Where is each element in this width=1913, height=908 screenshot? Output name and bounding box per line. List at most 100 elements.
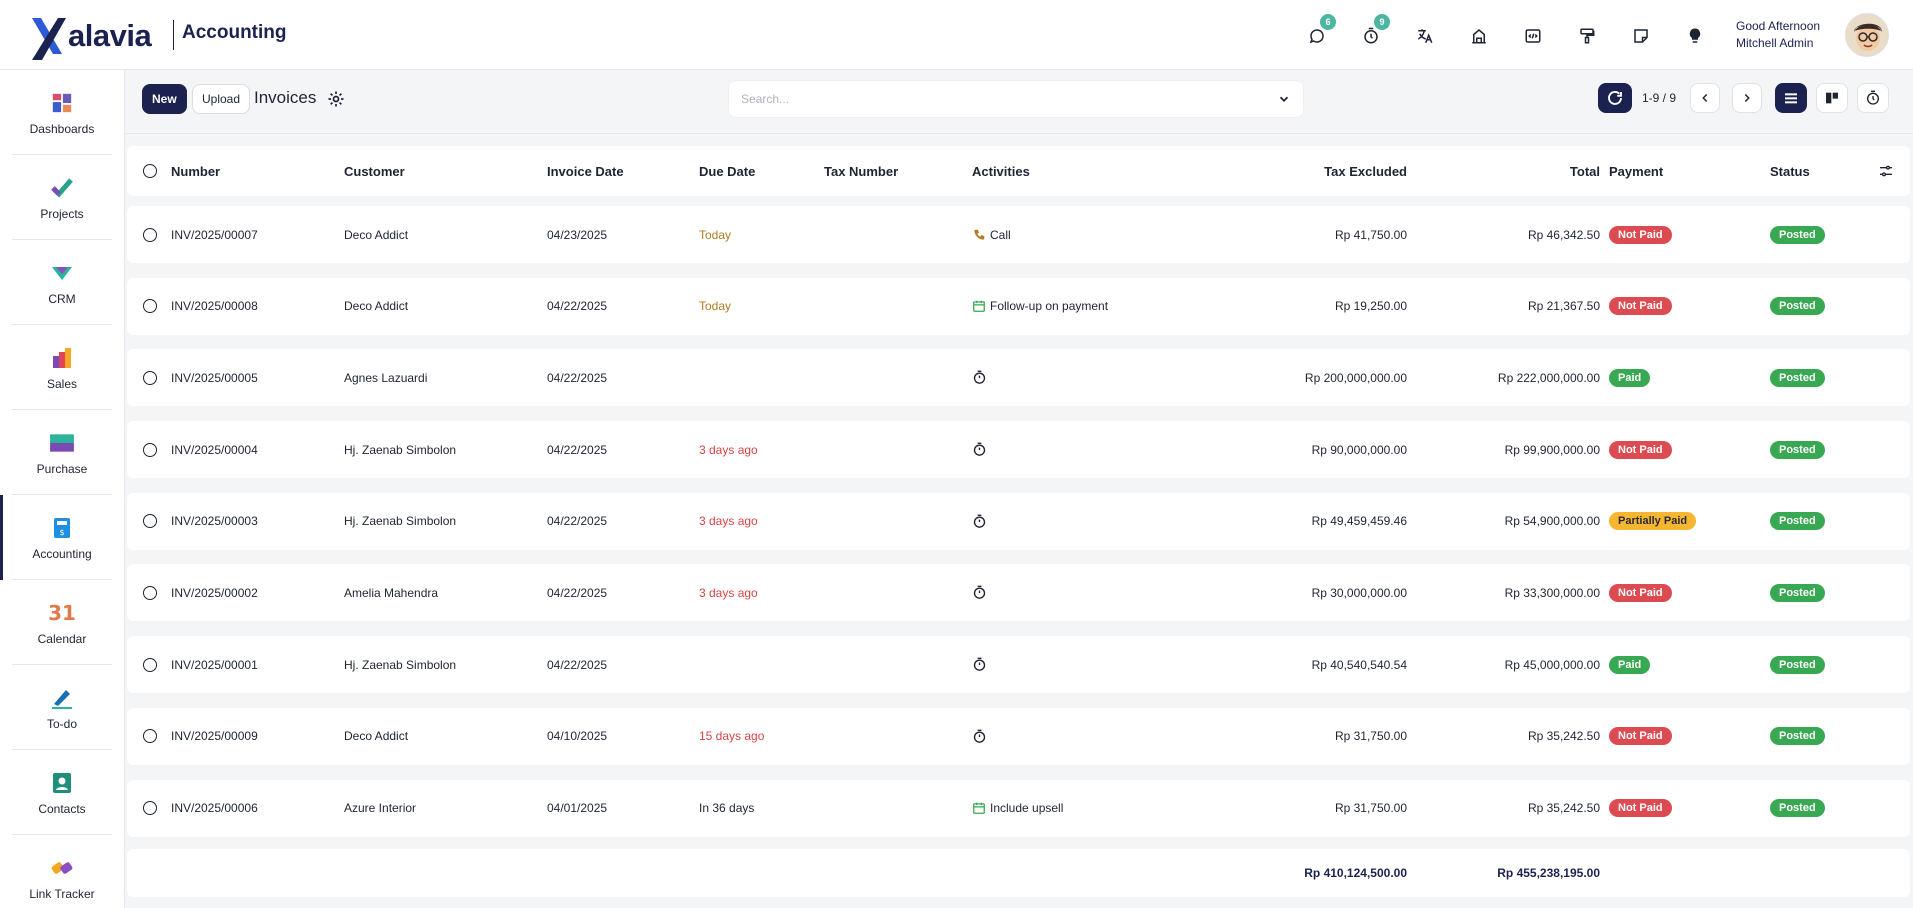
customer-name: Deco Addict [344, 729, 409, 744]
column-invoice-date[interactable]: Invoice Date [547, 146, 624, 196]
search-input[interactable] [729, 81, 1249, 117]
avatar-face-icon [1846, 14, 1888, 56]
avatar[interactable] [1845, 13, 1889, 57]
column-tax-excluded[interactable]: Tax Excluded [1127, 146, 1407, 196]
messages-button[interactable]: 6 [1290, 14, 1344, 52]
table-row[interactable]: INV/2025/00005 Agnes Lazuardi 04/22/2025… [127, 349, 1910, 407]
table-row[interactable]: INV/2025/00009 Deco Addict 04/10/2025 15… [127, 707, 1910, 765]
brand-logo[interactable]: alavia [28, 12, 152, 60]
sidebar-item-purchase[interactable]: Purchase [0, 410, 124, 495]
page-title: Invoices [254, 88, 317, 107]
activity-view-button[interactable] [1857, 83, 1889, 113]
brand-divider [173, 20, 174, 50]
column-payment[interactable]: Payment [1609, 146, 1663, 196]
previous-page-button[interactable] [1690, 83, 1720, 113]
row-checkbox[interactable] [143, 206, 157, 263]
dev-tools-button[interactable] [1506, 20, 1560, 52]
table-row[interactable]: INV/2025/00004 Hj. Zaenab Simbolon 04/22… [127, 421, 1910, 479]
link-tracker-icon [49, 855, 75, 881]
gear-icon[interactable] [326, 89, 346, 109]
sidebar-item-contacts[interactable]: Contacts [0, 750, 124, 835]
activity-cell[interactable] [972, 493, 991, 550]
row-checkbox[interactable] [143, 349, 157, 406]
table-row[interactable]: INV/2025/00001 Hj. Zaenab Simbolon 04/22… [127, 636, 1910, 694]
list-view-button[interactable] [1775, 83, 1807, 113]
sidebar-item-link-tracker[interactable]: Link Tracker [0, 835, 124, 908]
column-activities[interactable]: Activities [972, 146, 1030, 196]
column-status[interactable]: Status [1770, 146, 1810, 196]
column-number[interactable]: Number [171, 146, 220, 196]
chevron-down-icon[interactable] [1277, 92, 1291, 106]
sidebar-item-sales[interactable]: Sales [0, 325, 124, 410]
calendar-icon [973, 802, 985, 814]
status-badge: Posted [1770, 636, 1825, 693]
sidebar-item-dashboards[interactable]: Dashboards [0, 70, 124, 155]
invoice-date: 04/10/2025 [547, 729, 608, 744]
activities-button[interactable]: 9 [1344, 14, 1398, 52]
customer-name: Deco Addict [344, 299, 409, 314]
sidebar-item-crm[interactable]: CRM [0, 240, 124, 325]
sidebar-item-calendar[interactable]: 31 Calendar [0, 580, 124, 665]
row-checkbox[interactable] [143, 708, 157, 765]
sidebar-item-todo[interactable]: To-do [0, 665, 124, 750]
row-checkbox[interactable] [143, 780, 157, 837]
activity-cell[interactable]: Call [972, 206, 1011, 263]
activity-cell[interactable]: Include upsell [972, 780, 1063, 837]
next-page-button[interactable] [1732, 83, 1762, 113]
kanban-view-button[interactable] [1816, 83, 1848, 113]
refresh-button[interactable] [1598, 83, 1632, 113]
new-button[interactable]: New [142, 84, 187, 114]
customer-name: Agnes Lazuardi [344, 370, 428, 385]
activity-summary: Call [990, 227, 1011, 242]
activity-cell[interactable] [972, 636, 991, 693]
row-checkbox[interactable] [143, 493, 157, 550]
due-date: Today [699, 227, 732, 242]
activity-cell[interactable] [972, 708, 991, 765]
payment-badge: Not Paid [1609, 421, 1672, 478]
sidebar-item-projects[interactable]: Projects [0, 155, 124, 240]
lightbulb-icon [1689, 28, 1701, 43]
table-row[interactable]: INV/2025/00008 Deco Addict 04/22/2025 To… [127, 277, 1910, 335]
payment-badge: Not Paid [1609, 564, 1672, 621]
status-badge: Posted [1770, 349, 1825, 406]
row-checkbox[interactable] [143, 636, 157, 693]
column-settings-button[interactable] [1878, 146, 1894, 196]
customer-name: Hj. Zaenab Simbolon [344, 657, 457, 672]
invoice-date: 04/22/2025 [547, 514, 608, 529]
activity-cell[interactable]: Follow-up on payment [972, 278, 1108, 335]
pager-value[interactable]: 1-9 / 9 [1642, 91, 1676, 105]
column-tax-number[interactable]: Tax Number [824, 146, 898, 196]
todo-pen-icon [49, 685, 75, 711]
row-checkbox[interactable] [143, 564, 157, 621]
company-button[interactable] [1452, 20, 1506, 52]
column-total[interactable]: Total [1427, 146, 1600, 196]
invoice-number: INV/2025/00008 [171, 299, 258, 314]
column-customer[interactable]: Customer [344, 146, 405, 196]
tax-excluded: Rp 19,250.00 [1334, 299, 1407, 314]
tax-excluded: Rp 31,750.00 [1334, 729, 1407, 744]
calendar-icon [973, 300, 985, 313]
sidebar-item-accounting[interactable]: $ Accounting [0, 495, 124, 580]
table-footer-totals: Rp 410,124,500.00 Rp 455,238,195.00 [127, 849, 1910, 898]
tax-excluded: Rp 30,000,000.00 [1311, 585, 1407, 600]
activity-cell[interactable] [972, 421, 991, 478]
table-row[interactable]: INV/2025/00003 Hj. Zaenab Simbolon 04/22… [127, 492, 1910, 550]
tips-button[interactable] [1668, 20, 1722, 52]
table-row[interactable]: INV/2025/00006 Azure Interior 04/01/2025… [127, 779, 1910, 837]
invoice-date: 04/22/2025 [547, 370, 608, 385]
upload-button[interactable]: Upload [192, 84, 251, 114]
table-row[interactable]: INV/2025/00002 Amelia Mahendra 04/22/202… [127, 564, 1910, 622]
row-checkbox[interactable] [143, 278, 157, 335]
select-all-checkbox[interactable] [143, 146, 157, 196]
column-due-date[interactable]: Due Date [699, 146, 755, 196]
table-row[interactable]: INV/2025/00007 Deco Addict 04/23/2025 To… [127, 206, 1910, 263]
activity-cell[interactable] [972, 564, 991, 621]
user-greeting: Good Afternoon Mitchell Admin [1736, 18, 1820, 52]
notes-button[interactable] [1614, 20, 1668, 52]
language-button[interactable] [1398, 20, 1452, 52]
theme-button[interactable] [1560, 20, 1614, 52]
activity-cell[interactable] [972, 349, 991, 406]
tax-excluded: Rp 40,540,540.54 [1311, 657, 1407, 672]
row-checkbox[interactable] [143, 421, 157, 478]
due-date: Today [699, 299, 732, 314]
